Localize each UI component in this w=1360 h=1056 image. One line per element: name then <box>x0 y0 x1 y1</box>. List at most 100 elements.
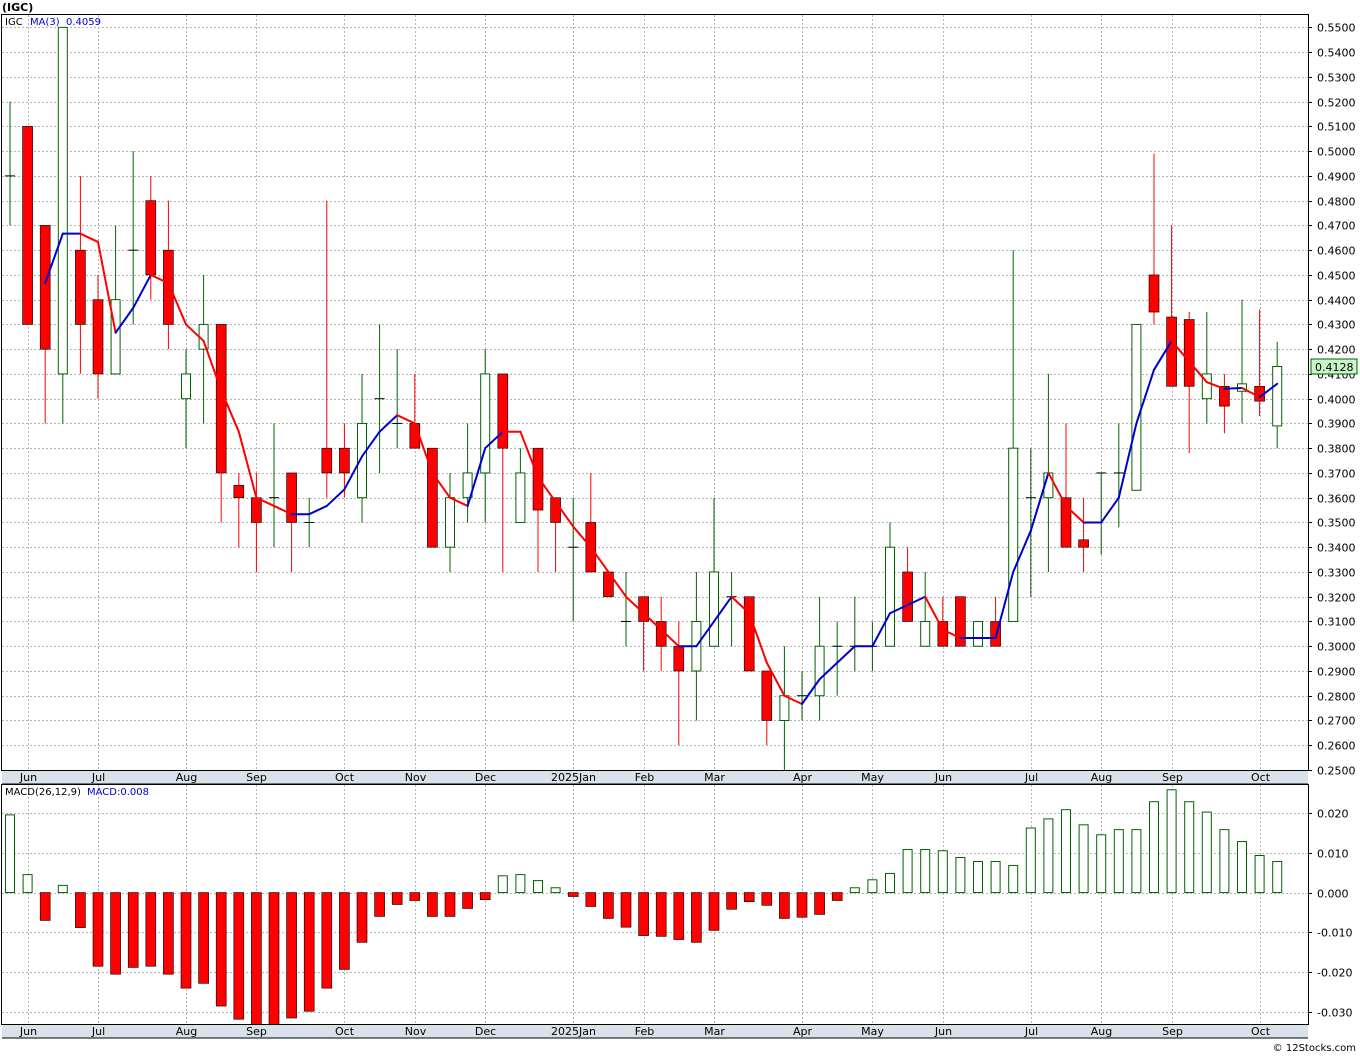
candle-body-down <box>902 571 913 622</box>
macd-bar-positive <box>515 874 526 894</box>
macd-bar-negative <box>198 892 209 984</box>
price-tick-label: 0.5500 <box>1317 22 1356 35</box>
macd-bar-positive <box>1008 864 1019 894</box>
macd-bar-negative <box>761 892 773 906</box>
candle-body-down <box>233 485 245 499</box>
macd-bar-positive <box>533 880 543 894</box>
macd-bar-negative <box>743 892 755 903</box>
macd-bar-negative <box>655 892 667 937</box>
macd-bar-positive <box>1184 801 1195 894</box>
macd-bar-positive <box>1166 789 1177 894</box>
candle-body-up <box>814 645 825 697</box>
macd-bar-negative <box>127 892 139 968</box>
price-tick-label: 0.3600 <box>1317 493 1356 506</box>
price-tick-label: 0.2500 <box>1317 765 1356 778</box>
macd-bar-positive <box>1061 809 1071 894</box>
month-label: Dec <box>475 771 496 784</box>
macd-bar-positive <box>1219 829 1230 894</box>
price-tick-label: 0.3700 <box>1317 468 1356 481</box>
price-tick-label: 0.4600 <box>1317 245 1356 258</box>
macd-bar-positive <box>1254 855 1265 894</box>
month-label: Jun <box>934 771 952 784</box>
macd-bar-positive <box>22 874 33 894</box>
month-label: 2025Jan <box>551 1025 596 1038</box>
candle <box>973 620 983 647</box>
month-label: Nov <box>405 771 427 784</box>
candle-body-down <box>673 645 685 672</box>
price-tick-label: 0.5200 <box>1317 97 1356 110</box>
month-label: Oct <box>1251 771 1271 784</box>
macd-bar-negative <box>180 892 192 989</box>
month-label: Oct <box>1251 1025 1271 1038</box>
stock-chart: 0.2500 0.2600 0.2700 0.2800 0.2900 0.3000 0.31… <box>0 0 1360 1056</box>
price-tick-label: 0.2900 <box>1317 666 1356 679</box>
macd-bar-negative <box>356 892 368 943</box>
macd-legend-value: MACD:0.008 <box>87 787 149 798</box>
macd-bar-negative <box>691 892 702 943</box>
candle-body-up <box>1272 366 1283 427</box>
macd-bar-negative <box>673 892 685 940</box>
macd-tick-label: -0.020 <box>1317 967 1352 980</box>
price-tick-label: 0.4500 <box>1317 270 1356 283</box>
macd-bar-negative <box>92 892 104 967</box>
macd-bar-negative <box>462 892 473 909</box>
price-tick-label: 0.3400 <box>1317 542 1356 555</box>
macd-bar-negative <box>303 892 315 1012</box>
macd-bar-negative <box>814 892 825 915</box>
macd-bar-positive <box>1096 834 1107 894</box>
macd-bar-negative <box>75 892 86 928</box>
macd-bar-positive <box>57 884 68 894</box>
month-label: Dec <box>475 1025 496 1038</box>
candle-body-down <box>497 373 509 449</box>
month-label: Feb <box>635 771 654 784</box>
candle-body-up <box>110 299 121 375</box>
macd-bar-positive <box>5 814 15 894</box>
macd-tick-label: 0.010 <box>1317 848 1349 861</box>
month-label: Apr <box>793 771 813 784</box>
candle-body-up <box>181 373 191 400</box>
price-tick-label: 0.5300 <box>1317 72 1356 85</box>
candle-body-down <box>761 670 773 721</box>
price-tick-label: 0.3500 <box>1317 517 1356 530</box>
macd-bar-negative <box>145 892 157 967</box>
macd-bar-negative <box>268 892 280 1029</box>
macd-bar-negative <box>479 892 491 901</box>
candle-body-up <box>709 571 719 647</box>
candle-body-down <box>1148 274 1160 313</box>
price-tick-label: 0.3800 <box>1317 443 1356 456</box>
ma-legend-value: 0.4059 <box>66 17 101 28</box>
macd-bar-positive <box>955 856 966 894</box>
month-label: Aug <box>1091 771 1112 784</box>
macd-bar-negative <box>339 892 350 970</box>
month-label: Oct <box>335 771 355 784</box>
month-label: Sep <box>246 771 267 784</box>
candle-body-up <box>445 497 455 548</box>
macd-tick-label: -0.010 <box>1317 927 1352 940</box>
month-label: Apr <box>793 1025 813 1038</box>
macd-bar-negative <box>796 892 808 918</box>
candle <box>57 26 68 424</box>
price-tick-label: 0.5000 <box>1317 146 1356 159</box>
price-tick-label: 0.4300 <box>1317 319 1356 332</box>
month-label: Feb <box>635 1025 654 1038</box>
macd-bar-positive <box>1201 811 1212 894</box>
ma-segment <box>1223 386 1243 390</box>
candle-body-up <box>57 26 68 375</box>
macd-bar-negative <box>726 892 737 910</box>
symbol-legend: IGC <box>5 17 23 28</box>
macd-bar-negative <box>779 892 790 919</box>
candle <box>743 596 755 672</box>
price-tick-label: 0.4000 <box>1317 394 1356 407</box>
month-label: Aug <box>176 1025 197 1038</box>
price-tick-label: 0.3300 <box>1317 567 1356 580</box>
macd-bar-negative <box>391 892 403 905</box>
macd-bar-negative <box>39 892 51 921</box>
macd-bar-positive <box>867 879 878 894</box>
month-label: Sep <box>246 1025 267 1038</box>
macd-bar-negative <box>409 892 421 901</box>
macd-bar-negative <box>585 892 597 907</box>
macd-bar-negative <box>620 892 632 928</box>
macd-bar-negative <box>567 892 579 897</box>
month-label: Jul <box>91 1025 105 1038</box>
macd-bar-positive <box>885 872 895 894</box>
